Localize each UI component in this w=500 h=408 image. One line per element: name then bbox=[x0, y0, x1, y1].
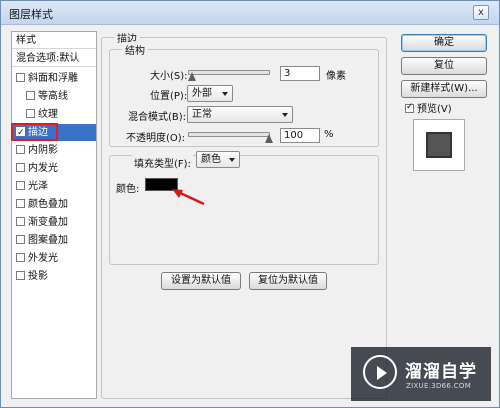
style-item-satin[interactable]: 光泽 bbox=[12, 178, 96, 195]
size-label: 大小(S): bbox=[150, 71, 188, 82]
styles-list: 样式 混合选项:默认 斜面和浮雕 等高线 纹理 描边 内阴影 内发光 光泽 颜色… bbox=[11, 31, 97, 399]
style-item-bevel-emboss[interactable]: 斜面和浮雕 bbox=[12, 70, 96, 87]
blend-mode-select[interactable]: 正常 bbox=[187, 106, 293, 123]
style-item-gradient-overlay[interactable]: 渐变叠加 bbox=[12, 214, 96, 231]
new-style-button[interactable]: 新建样式(W)... bbox=[401, 80, 487, 98]
checkbox-icon[interactable] bbox=[16, 271, 25, 280]
style-item-label: 颜色叠加 bbox=[28, 199, 68, 210]
watermark: 溜溜自学 ZIXUE.3D66.COM bbox=[351, 347, 491, 401]
checkbox-checked-icon[interactable] bbox=[405, 102, 414, 113]
blend-options-label: 混合选项:默认 bbox=[16, 53, 80, 64]
style-item-label: 斜面和浮雕 bbox=[28, 73, 78, 84]
chevron-down-icon bbox=[229, 158, 235, 162]
stroke-group: 描边 结构 大小(S): 3 像素 位置(P): 外部 混合模式(B): 正常 … bbox=[101, 30, 387, 399]
style-item-label: 渐变叠加 bbox=[28, 217, 68, 228]
chevron-down-icon bbox=[282, 113, 288, 117]
style-item-label: 图案叠加 bbox=[28, 235, 68, 246]
play-logo-icon bbox=[363, 355, 397, 389]
style-item-inner-glow[interactable]: 内发光 bbox=[12, 160, 96, 177]
chevron-down-icon bbox=[222, 92, 228, 96]
fill-group: 填充类型(F): 颜色 颜色: bbox=[109, 151, 379, 265]
fill-type-select[interactable]: 颜色 bbox=[196, 151, 240, 168]
position-label: 位置(P): bbox=[150, 91, 188, 102]
reset-default-button[interactable]: 复位为默认值 bbox=[249, 272, 327, 290]
preview-label: 预览(V) bbox=[417, 104, 452, 115]
watermark-title: 溜溜自学 bbox=[405, 362, 477, 382]
style-item-label: 内发光 bbox=[28, 163, 58, 174]
style-item-label: 纹理 bbox=[38, 109, 58, 120]
checkbox-icon[interactable] bbox=[16, 199, 25, 208]
checkbox-icon[interactable] bbox=[26, 109, 35, 118]
annotation-arrow-icon bbox=[172, 189, 205, 206]
highlight-box bbox=[11, 123, 58, 141]
style-item-texture[interactable]: 纹理 bbox=[12, 106, 96, 123]
close-icon: x bbox=[478, 7, 484, 18]
checkbox-icon[interactable] bbox=[16, 73, 25, 82]
checkbox-icon[interactable] bbox=[16, 181, 25, 190]
opacity-label: 不透明度(O): bbox=[126, 133, 186, 144]
structure-group: 结构 大小(S): 3 像素 位置(P): 外部 混合模式(B): 正常 不透明… bbox=[109, 42, 379, 147]
style-item-label: 等高线 bbox=[38, 91, 68, 102]
style-preview-thumbnail bbox=[413, 119, 465, 171]
opacity-field[interactable]: 100 bbox=[280, 128, 320, 143]
opacity-unit: % bbox=[324, 129, 334, 140]
blend-mode-label: 混合模式(B): bbox=[128, 112, 187, 123]
checkbox-icon[interactable] bbox=[26, 91, 35, 100]
preview-checkbox[interactable]: 预览(V) bbox=[405, 100, 452, 115]
size-field[interactable]: 3 bbox=[280, 66, 320, 81]
checkbox-icon[interactable] bbox=[16, 253, 25, 262]
styles-header[interactable]: 样式 bbox=[12, 32, 96, 49]
layer-style-dialog: 图层样式 x 样式 混合选项:默认 斜面和浮雕 等高线 纹理 描边 内阴影 内发… bbox=[0, 0, 500, 408]
styles-header-label: 样式 bbox=[16, 35, 36, 46]
color-label: 颜色: bbox=[116, 184, 140, 195]
style-item-label: 外发光 bbox=[28, 253, 58, 264]
position-select[interactable]: 外部 bbox=[187, 85, 233, 102]
reset-button[interactable]: 复位 bbox=[401, 57, 487, 75]
ok-button[interactable]: 确定 bbox=[401, 34, 487, 52]
structure-group-title: 结构 bbox=[122, 42, 148, 57]
style-item-color-overlay[interactable]: 颜色叠加 bbox=[12, 196, 96, 213]
style-item-label: 光泽 bbox=[28, 181, 48, 192]
style-item-drop-shadow[interactable]: 投影 bbox=[12, 268, 96, 285]
size-slider[interactable] bbox=[188, 70, 270, 75]
style-item-label: 投影 bbox=[28, 271, 48, 282]
checkbox-icon[interactable] bbox=[16, 163, 25, 172]
window-title: 图层样式 bbox=[9, 8, 53, 21]
style-item-label: 内阴影 bbox=[28, 145, 58, 156]
style-item-contour[interactable]: 等高线 bbox=[12, 88, 96, 105]
size-unit: 像素 bbox=[326, 71, 346, 82]
style-item-pattern-overlay[interactable]: 图案叠加 bbox=[12, 232, 96, 249]
title-bar: 图层样式 x bbox=[1, 1, 499, 25]
checkbox-icon[interactable] bbox=[16, 217, 25, 226]
watermark-subtitle: ZIXUE.3D66.COM bbox=[406, 382, 472, 390]
checkbox-icon[interactable] bbox=[16, 235, 25, 244]
blend-mode-select-value: 正常 bbox=[192, 109, 212, 120]
blend-options-item[interactable]: 混合选项:默认 bbox=[12, 50, 96, 67]
opacity-slider[interactable] bbox=[188, 132, 270, 137]
size-slider-knob[interactable] bbox=[188, 72, 196, 82]
style-item-outer-glow[interactable]: 外发光 bbox=[12, 250, 96, 267]
set-default-button[interactable]: 设置为默认值 bbox=[161, 272, 241, 290]
close-button[interactable]: x bbox=[473, 5, 489, 20]
opacity-slider-knob[interactable] bbox=[265, 134, 273, 144]
fill-type-select-value: 颜色 bbox=[201, 154, 221, 165]
style-item-inner-shadow[interactable]: 内阴影 bbox=[12, 142, 96, 159]
checkbox-icon[interactable] bbox=[16, 145, 25, 154]
preview-square bbox=[426, 132, 452, 158]
position-select-value: 外部 bbox=[192, 88, 212, 99]
fill-type-label: 填充类型(F): bbox=[132, 155, 193, 170]
